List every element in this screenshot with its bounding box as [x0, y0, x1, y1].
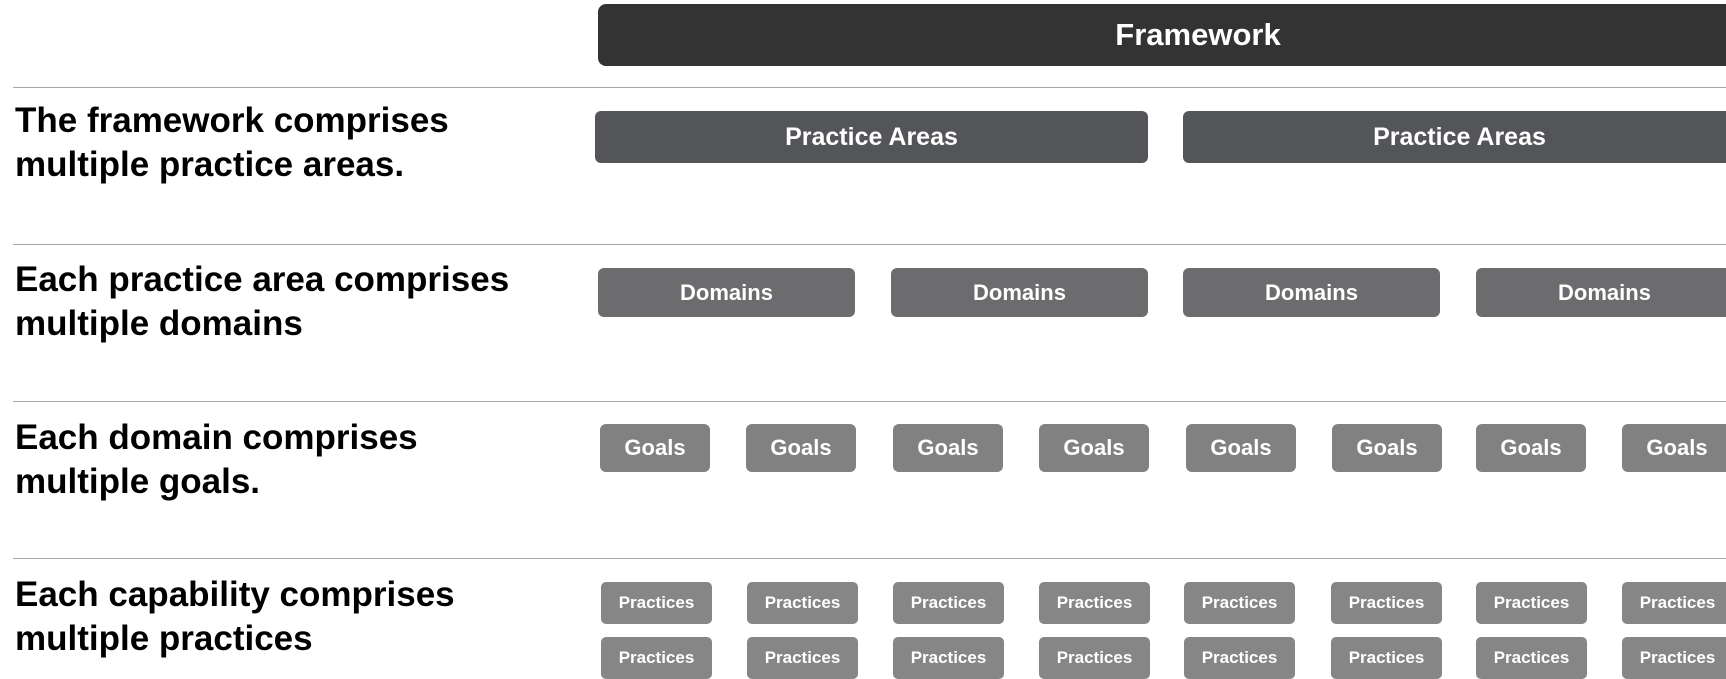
practice-box: Practices — [1039, 637, 1150, 679]
domain-box: Domains — [1183, 268, 1440, 317]
practice-box: Practices — [1184, 637, 1295, 679]
practice-box: Practices — [601, 582, 712, 624]
goal-box: Goals — [746, 424, 856, 472]
practice-box: Practices — [747, 582, 858, 624]
practice-box: Practices — [1622, 637, 1726, 679]
practice-box: Practices — [1476, 637, 1587, 679]
practice-area-box: Practice Areas — [1183, 111, 1726, 163]
goal-box: Goals — [1476, 424, 1586, 472]
practice-box: Practices — [1331, 582, 1442, 624]
divider — [13, 558, 1726, 559]
goal-box: Goals — [600, 424, 710, 472]
domain-box: Domains — [891, 268, 1148, 317]
practice-box: Practices — [1331, 637, 1442, 679]
goal-box: Goals — [1039, 424, 1149, 472]
practice-box: Practices — [1622, 582, 1726, 624]
practice-box: Practices — [1476, 582, 1587, 624]
practice-box: Practices — [601, 637, 712, 679]
goal-box: Goals — [1186, 424, 1296, 472]
practice-box: Practices — [893, 582, 1004, 624]
row-label-goals: Each domain comprises multiple goals. — [15, 418, 418, 501]
practice-box: Practices — [1184, 582, 1295, 624]
goal-box: Goals — [1332, 424, 1442, 472]
divider — [13, 401, 1726, 402]
practice-box: Practices — [893, 637, 1004, 679]
row-label-practices: Each capability comprises multiple pract… — [15, 575, 455, 658]
practice-area-box: Practice Areas — [595, 111, 1148, 163]
domain-box: Domains — [598, 268, 855, 317]
practice-box: Practices — [1039, 582, 1150, 624]
row-label-domains: Each practice area comprises multiple do… — [15, 260, 510, 343]
goal-box: Goals — [1622, 424, 1726, 472]
row-label-practice-areas: The framework comprises multiple practic… — [15, 101, 449, 184]
framework-box: Framework — [598, 4, 1726, 66]
goal-box: Goals — [893, 424, 1003, 472]
domain-box: Domains — [1476, 268, 1726, 317]
practice-box: Practices — [747, 637, 858, 679]
divider — [13, 87, 1726, 88]
divider — [13, 244, 1726, 245]
